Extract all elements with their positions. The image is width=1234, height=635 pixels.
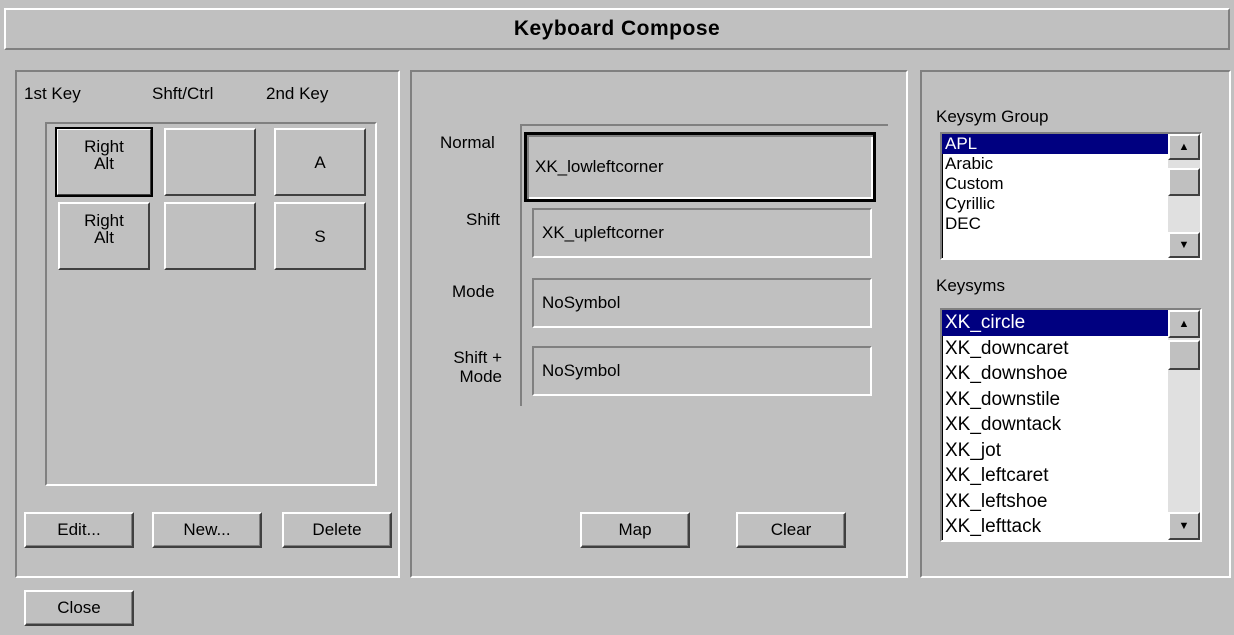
normal-keysym-field[interactable]: XK_lowleftcorner [524,132,876,202]
row1-first-key[interactable]: Right Alt [55,127,153,197]
keysym-group-item[interactable]: Arabic [942,154,1200,174]
keysym-item[interactable]: XK_leftshoe [942,489,1200,515]
keysym-group-item[interactable]: APL [942,134,1200,154]
keysyms-list[interactable]: XK_circle XK_downcaret XK_downshoe XK_downs… [940,308,1202,542]
map-button[interactable]: Map [580,512,690,548]
new-button[interactable]: New... [152,512,262,548]
up-arrow-icon[interactable]: ▲ [1168,134,1200,160]
row1-second-key-value: A [314,153,326,172]
keysym-item[interactable]: XK_jot [942,438,1200,464]
row2-first-key-line2: Alt [94,228,114,247]
mode-keysym-field[interactable]: NoSymbol [532,278,872,328]
clear-button[interactable]: Clear [736,512,846,548]
keysym-item[interactable]: XK_downstile [942,387,1200,413]
keysym-item[interactable]: XK_circle [942,310,1200,336]
normal-label: Normal [440,133,495,152]
row1-second-key[interactable]: A [274,128,366,196]
row1-first-key-line2: Alt [94,154,114,173]
row2-shift-ctrl[interactable] [164,202,256,270]
keysyms-scrollbar[interactable]: ▲ ▼ [1168,310,1200,540]
window-title-bar: Keyboard Compose [4,8,1230,50]
shift-mode-label: Shift + Mode [446,348,502,386]
close-button[interactable]: Close [24,590,134,626]
shift-mode-label-line2: Mode [459,367,502,386]
down-arrow-icon[interactable]: ▼ [1168,512,1200,540]
keysym-item[interactable]: XK_leftcaret [942,463,1200,489]
header-shift-ctrl: Shft/Ctrl [152,84,214,103]
shift-label: Shift [466,210,501,229]
keysym-group-item[interactable]: Custom [942,174,1200,194]
row2-second-key-value: S [314,227,326,246]
edit-button[interactable]: Edit... [24,512,134,548]
keysyms-label: Keysyms [936,276,1005,295]
shift-mode-label-line1: Shift + [453,348,502,367]
keysym-group-item[interactable]: DEC [942,214,1200,234]
row1-shift-ctrl[interactable] [164,128,256,196]
mode-label: Mode [452,282,495,301]
keysym-group-list[interactable]: APL Arabic Custom Cyrillic DEC [940,132,1202,260]
shift-mode-keysym-field[interactable]: NoSymbol [532,346,872,396]
scroll-thumb[interactable] [1168,340,1200,370]
keysym-group-label: Keysym Group [936,107,1049,126]
header-first-key: 1st Key [24,84,81,103]
window-title: Keyboard Compose [513,17,721,40]
header-second-key: 2nd Key [266,84,329,103]
shift-keysym-field[interactable]: XK_upleftcorner [532,208,872,258]
row2-first-key[interactable]: Right Alt [58,202,150,270]
up-arrow-icon[interactable]: ▲ [1168,310,1200,338]
down-arrow-icon[interactable]: ▼ [1168,232,1200,258]
row2-second-key[interactable]: S [274,202,366,270]
keysym-item[interactable]: XK_lefttack [942,514,1200,540]
keysym-group-scrollbar[interactable]: ▲ ▼ [1168,134,1200,258]
keysym-item[interactable]: XK_downshoe [942,361,1200,387]
keysym-group-item[interactable]: Cyrillic [942,194,1200,214]
keysym-item[interactable]: XK_downcaret [942,336,1200,362]
keysym-item[interactable]: XK_downtack [942,412,1200,438]
delete-button[interactable]: Delete [282,512,392,548]
scroll-thumb[interactable] [1168,168,1200,196]
